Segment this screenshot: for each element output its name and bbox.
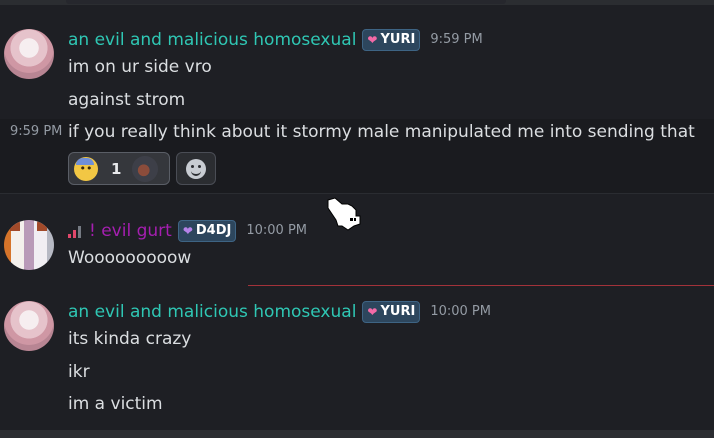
purple-heart-icon: ❤ (182, 224, 193, 238)
username[interactable]: ! evil gurt (89, 220, 172, 242)
smiley-icon (186, 158, 206, 179)
avatar-ear (10, 220, 20, 231)
hover-timestamp[interactable]: 9:59 PM (10, 123, 62, 141)
timestamp[interactable]: 10:00 PM (430, 301, 491, 323)
message-text: Wooooooooow (68, 248, 192, 268)
message-text: if you really think about it stormy male… (68, 122, 695, 142)
message-header: ! evil gurt ❤ D4DJ 10:00 PM (68, 220, 307, 242)
reactor-avatar (132, 155, 159, 182)
avatar-ear (37, 220, 47, 231)
reaction-count: 1 (111, 159, 122, 178)
anxious-face-with-sweat-icon: •• (74, 156, 98, 181)
new-messages-divider (248, 285, 714, 286)
pink-heart-icon: ❤ (367, 33, 378, 47)
reaction-pill[interactable]: •• 1 (68, 152, 170, 185)
avatar[interactable] (4, 220, 54, 270)
cat-cursor-icon (327, 197, 361, 231)
username[interactable]: an evil and malicious homosexual (68, 301, 356, 323)
badge-label: YURI (380, 32, 416, 47)
pink-heart-icon: ❤ (367, 305, 378, 319)
message-text: im on ur side vro (68, 57, 212, 77)
timestamp[interactable]: 9:59 PM (430, 29, 482, 51)
message-text: ikr (68, 362, 90, 382)
message-text: against strom (68, 90, 186, 110)
username[interactable]: an evil and malicious homosexual (68, 29, 356, 51)
role-badge[interactable]: ❤ YURI (362, 29, 421, 51)
avatar[interactable] (4, 29, 54, 79)
add-reaction-button[interactable] (176, 152, 216, 185)
role-badge[interactable]: ❤ YURI (362, 301, 421, 323)
signal-bars-icon (68, 224, 81, 238)
message-header: an evil and malicious homosexual ❤ YURI … (68, 301, 491, 323)
bottom-border (0, 430, 714, 438)
timestamp[interactable]: 10:00 PM (246, 220, 307, 242)
top-border (0, 0, 714, 5)
avatar[interactable] (4, 301, 54, 351)
badge-label: YURI (380, 304, 416, 319)
message-text: its kinda crazy (68, 329, 192, 349)
message-divider (0, 193, 714, 194)
badge-label: D4DJ (195, 223, 232, 238)
previous-message-edge (66, 0, 506, 4)
message-text: im a victim (68, 394, 163, 414)
role-badge[interactable]: ❤ D4DJ (177, 220, 237, 242)
message-header: an evil and malicious homosexual ❤ YURI … (68, 29, 483, 51)
